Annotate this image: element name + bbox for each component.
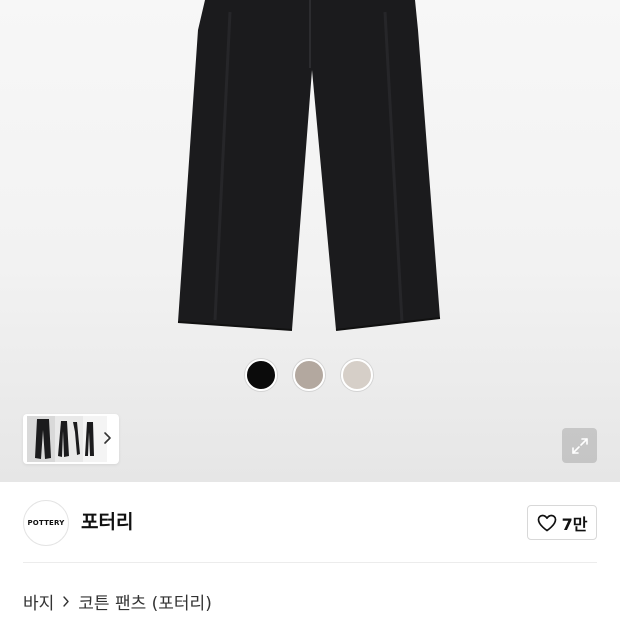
brand-row: POTTERY 포터리 7만 [0,482,620,564]
like-button[interactable]: 7만 [527,505,597,540]
color-swatch-black[interactable] [245,359,277,391]
expand-icon [571,437,588,454]
thumbnail-images [27,416,107,462]
thumbnail-strip[interactable] [23,414,119,464]
product-image-pants [177,0,441,331]
brand-name[interactable]: 포터리 [81,510,133,534]
like-count: 7만 [561,514,588,534]
heart-outline-icon [537,514,556,531]
chevron-right-icon [62,595,70,608]
chevron-right-icon[interactable] [103,431,112,445]
brand-logo[interactable]: POTTERY [23,500,69,546]
color-swatches [0,359,620,393]
breadcrumb-current: 코튼 팬츠 (포터리) [78,593,212,614]
color-swatch-beige[interactable] [341,359,373,391]
product-image-gallery[interactable] [0,0,620,482]
breadcrumb: 바지 코튼 팬츠 (포터리) [23,589,212,614]
brand-logo-text: POTTERY [27,519,65,527]
divider [23,562,597,563]
color-swatch-taupe[interactable] [293,359,325,391]
breadcrumb-category[interactable]: 바지 [23,589,54,614]
zoom-button[interactable] [562,428,597,463]
